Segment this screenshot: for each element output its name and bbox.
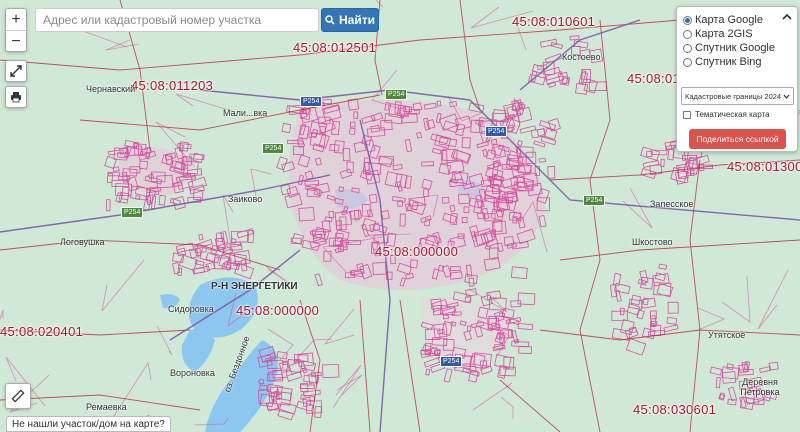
fullscreen-icon <box>10 65 22 77</box>
cadastral-label: 45:08:030601 <box>633 402 717 417</box>
layer-option-google-map[interactable]: Карта Google <box>683 14 763 26</box>
layer-option-label: Карта 2GIS <box>695 28 753 40</box>
place-label: Р-Н ЭНЕРГЕТИКИ <box>211 281 298 292</box>
place-label: Шкостово <box>632 237 673 247</box>
cadastral-label: 45:08:012501 <box>293 40 377 55</box>
layer-option-label: Спутник Google <box>695 42 775 54</box>
cadastral-label: 45:08:01 <box>627 71 681 86</box>
cadastral-label: 45:08:000000 <box>375 244 459 259</box>
thematic-checkbox[interactable] <box>683 110 691 119</box>
fullscreen-button[interactable] <box>5 60 27 82</box>
layer-panel: Карта Google Карта 2GIS Спутник Google С… <box>676 6 798 152</box>
radio-button[interactable] <box>683 29 692 39</box>
radio-button[interactable] <box>683 57 692 67</box>
chevron-up-icon[interactable] <box>782 12 792 23</box>
search-input[interactable] <box>35 8 319 32</box>
place-label: Сидоровка <box>168 304 214 314</box>
layer-option-google-satellite[interactable]: Спутник Google <box>683 42 775 54</box>
place-label: Ремaевка <box>86 402 127 412</box>
layer-option-label: Карта Google <box>695 14 763 26</box>
place-label: Запесское <box>650 199 694 209</box>
layer-option-label: Спутник Bing <box>695 56 762 68</box>
cadastral-label: 45:08:020401 <box>0 324 84 339</box>
cadastral-label: 45:08:011203 <box>131 78 214 93</box>
place-label: Мали...вка <box>223 108 268 118</box>
search-button-label: Найти <box>339 13 375 27</box>
road-badge: Р254 <box>385 89 408 100</box>
layer-option-2gis-map[interactable]: Карта 2GIS <box>683 28 753 40</box>
road-badge: Р254 <box>440 356 463 367</box>
place-label: Вороновка <box>170 368 215 378</box>
place-label: Логовушка <box>60 237 105 247</box>
road-badge: Р254 <box>300 96 323 107</box>
cadastral-label: 45:08:013001 <box>727 159 800 174</box>
road-badge: Р254 <box>262 143 285 154</box>
road-badge: Р254 <box>485 126 508 137</box>
chevron-down-icon <box>783 94 790 99</box>
thematic-map-toggle[interactable]: Тематическая карта <box>683 110 770 119</box>
place-label: Заиково <box>228 194 263 204</box>
road-badge: Р254 <box>583 195 606 206</box>
radio-button[interactable] <box>683 15 692 25</box>
boundaries-select-value: Кадастровые границы 2024 <box>685 91 782 101</box>
cadastral-label: 45:08:010601 <box>512 14 596 29</box>
thematic-label: Тематическая карта <box>695 110 770 119</box>
road-badge: Р254 <box>121 207 144 218</box>
zoom-in-button[interactable]: + <box>6 9 26 31</box>
share-link-button[interactable]: Поделиться ссылкой <box>689 129 786 149</box>
layer-option-bing-satellite[interactable]: Спутник Bing <box>683 56 762 68</box>
boundaries-select[interactable]: Кадастровые границы 2024 <box>681 87 794 105</box>
place-label: Утятское <box>708 330 746 340</box>
print-button[interactable] <box>5 86 27 108</box>
radio-button[interactable] <box>683 43 692 53</box>
place-label: Костоево <box>562 52 601 62</box>
ruler-button[interactable] <box>5 383 31 409</box>
search-icon <box>325 15 335 25</box>
not-found-link[interactable]: Не нашли участок/дом на карте? <box>6 416 171 432</box>
zoom-control: + − <box>5 8 27 52</box>
place-label: Чернавский <box>86 84 136 94</box>
ruler-icon <box>11 389 25 403</box>
search-button[interactable]: Найти <box>321 8 379 32</box>
place-label: Деревня Петровка <box>740 377 780 397</box>
cadastral-label: 45:08:000000 <box>236 303 320 318</box>
print-icon <box>11 92 21 103</box>
zoom-out-button[interactable]: − <box>6 31 26 53</box>
